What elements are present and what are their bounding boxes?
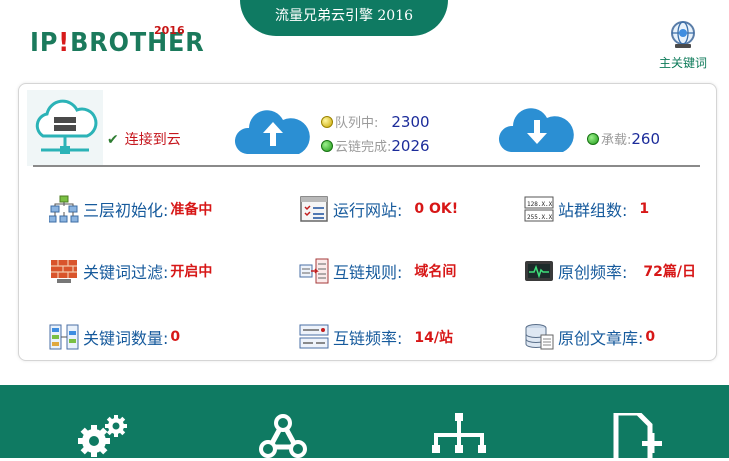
init-label: 三层初始化:	[83, 201, 169, 220]
done-stat: 云链完成:2026	[321, 136, 430, 155]
connection-label: 连接到云	[124, 132, 181, 148]
link-rules-label: 互链规则:	[333, 263, 403, 282]
status-panel: ✔ 连接到云 队列中: 2300 云链完成:2026 承载:260 三层初始化:…	[18, 83, 717, 361]
green-dot-icon	[587, 133, 599, 145]
monitor-icon	[525, 261, 553, 281]
download-cloud-icon	[498, 108, 574, 152]
stat-item-keyword-filter: 关键词过滤: 开启中	[49, 256, 212, 286]
stat-item-running-sites: 运行网站: 0 OK!	[299, 194, 458, 224]
link-frequency-label: 互链频率:	[333, 329, 403, 348]
connection-status: ✔ 连接到云	[107, 129, 181, 149]
link-rules-value: 域名间	[414, 264, 457, 280]
svg-text:255.X.X: 255.X.X	[527, 214, 553, 221]
main-keyword-button[interactable]: 主关键词	[652, 20, 714, 71]
upload-cloud-icon	[234, 110, 310, 154]
hierarchy-icon	[49, 195, 79, 223]
site-groups-label: 站群组数:	[558, 201, 628, 220]
stat-item-keyword-count: 关键词数量: 0	[49, 322, 180, 352]
sitemap-icon[interactable]	[430, 413, 488, 461]
logo-exclamation: !	[58, 28, 71, 58]
stat-item-article-library: 原创文章库: 0	[524, 322, 655, 352]
ip-table-icon: 128.X.X 255.X.X	[524, 196, 554, 222]
load-label: 承载:	[601, 133, 632, 148]
site-groups-value: 1	[639, 201, 650, 217]
article-library-value: 0	[645, 329, 656, 345]
keyword-list-icon	[49, 324, 79, 350]
running-sites-label: 运行网站:	[333, 201, 403, 220]
load-value: 260	[631, 130, 661, 148]
keyword-count-label: 关键词数量:	[83, 329, 169, 348]
logo: IP!BROTHER 2016	[30, 24, 220, 58]
main-keyword-label: 主关键词	[658, 56, 707, 70]
keyword-filter-value: 开启中	[170, 264, 213, 280]
original-frequency-value: 72篇/日	[643, 264, 697, 280]
link-frequency-value: 14/站	[414, 330, 454, 346]
link-freq-icon	[299, 324, 329, 349]
keyword-filter-label: 关键词过滤:	[83, 263, 169, 282]
stat-item-link-frequency: 互链频率: 14/站	[299, 322, 453, 352]
bottom-nav	[0, 385, 729, 461]
done-value: 2026	[391, 137, 430, 155]
logo-year: 2016	[154, 24, 185, 37]
app-title: 流量兄弟云引擎 2016	[274, 8, 414, 24]
divider	[33, 165, 700, 167]
firewall-icon	[51, 260, 77, 283]
stat-item-link-rules: 互链规则: 域名间	[299, 256, 456, 286]
queue-label: 队列中:	[335, 116, 379, 131]
settings-gears-icon[interactable]	[74, 413, 132, 458]
keyword-count-value: 0	[170, 329, 181, 345]
stat-item-init: 三层初始化: 准备中	[49, 194, 212, 224]
green-dot-icon	[321, 140, 333, 152]
globe-network-icon	[671, 21, 695, 48]
running-sites-value: 0 OK!	[414, 201, 459, 217]
database-icon	[525, 324, 554, 350]
svg-text:128.X.X: 128.X.X	[527, 201, 553, 208]
checklist-icon	[300, 196, 328, 222]
done-label: 云链完成:	[335, 140, 392, 155]
init-value: 准备中	[170, 202, 213, 218]
app-title-tab: 流量兄弟云引擎 2016	[240, 0, 448, 36]
webhook-icon[interactable]	[254, 413, 312, 461]
original-frequency-label: 原创频率:	[558, 263, 628, 282]
queue-value: 2300	[391, 113, 430, 131]
link-rule-icon	[299, 258, 329, 284]
add-page-icon[interactable]	[612, 413, 670, 461]
stat-item-site-groups: 128.X.X 255.X.X 站群组数: 1	[524, 194, 649, 224]
stat-item-original-frequency: 原创频率: 72篇/日	[524, 256, 696, 286]
queue-stat: 队列中: 2300	[321, 112, 430, 131]
cloud-status-row: ✔ 连接到云 队列中: 2300 云链完成:2026 承载:260	[19, 84, 716, 166]
load-stat: 承载:260	[587, 129, 660, 148]
article-library-label: 原创文章库:	[558, 329, 644, 348]
yellow-dot-icon	[321, 116, 333, 128]
cloud-server-icon	[27, 90, 103, 166]
check-icon: ✔	[107, 132, 119, 148]
